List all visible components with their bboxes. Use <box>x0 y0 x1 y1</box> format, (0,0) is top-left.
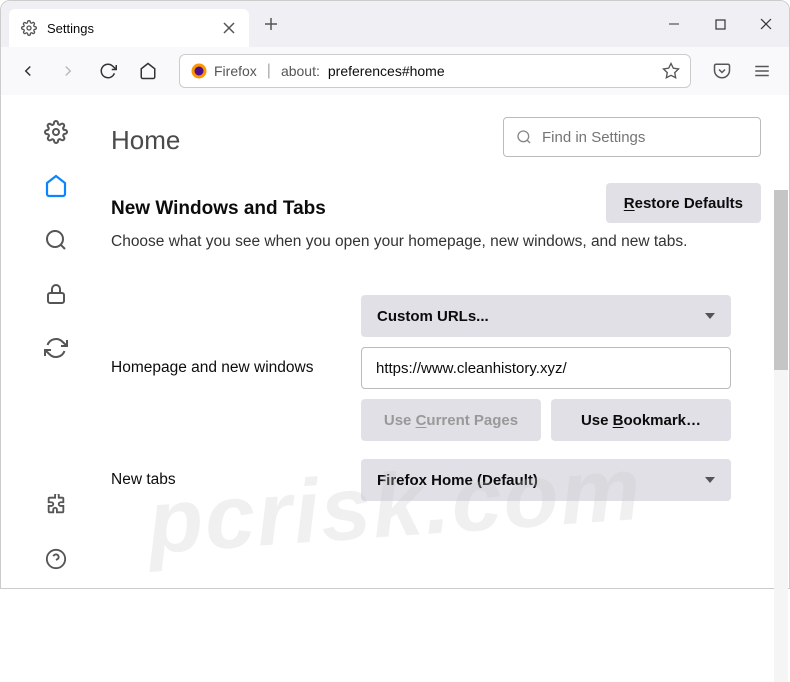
newtabs-label: New tabs <box>111 471 361 489</box>
home-button[interactable] <box>131 54 165 88</box>
use-current-pages-button[interactable]: Use Current Pages <box>361 399 541 441</box>
menu-button[interactable] <box>745 54 779 88</box>
homepage-url-input[interactable] <box>361 347 731 389</box>
toolbar: Firefox | about: preferences#home <box>1 47 789 95</box>
identity-label: Firefox <box>214 63 257 79</box>
window-controls <box>651 1 789 47</box>
homepage-mode-select[interactable]: Custom URLs... <box>361 295 731 337</box>
close-icon[interactable] <box>221 20 237 36</box>
scrollbar[interactable] <box>774 190 788 682</box>
section-description: Choose what you see when you open your h… <box>111 230 761 253</box>
new-tab-button[interactable] <box>255 8 287 40</box>
search-icon <box>516 129 532 145</box>
reload-button[interactable] <box>91 54 125 88</box>
newtabs-select[interactable]: Firefox Home (Default) <box>361 459 731 501</box>
tab-settings[interactable]: Settings <box>9 9 249 47</box>
sidebar-privacy[interactable] <box>43 281 69 307</box>
maximize-button[interactable] <box>697 1 743 47</box>
restore-defaults-button[interactable]: Restore Defaults <box>606 183 761 223</box>
settings-search[interactable] <box>503 117 761 157</box>
sidebar-search[interactable] <box>43 227 69 253</box>
star-icon[interactable] <box>662 62 680 80</box>
separator: | <box>265 62 273 80</box>
scrollbar-thumb[interactable] <box>774 190 788 370</box>
sidebar-sync[interactable] <box>43 335 69 361</box>
pocket-button[interactable] <box>705 54 739 88</box>
firefox-identity: Firefox <box>190 62 257 80</box>
url-path: preferences#home <box>328 63 445 79</box>
sidebar-home[interactable] <box>43 173 69 199</box>
titlebar: Settings <box>1 1 789 47</box>
url-protocol: about: <box>281 63 320 79</box>
close-button[interactable] <box>743 1 789 47</box>
address-bar[interactable]: Firefox | about: preferences#home <box>179 54 691 88</box>
tab-title: Settings <box>47 21 211 36</box>
firefox-icon <box>190 62 208 80</box>
gear-icon <box>21 20 37 36</box>
content-area: Home Restore Defaults New Windows and Ta… <box>111 95 789 590</box>
sidebar-extensions[interactable] <box>43 492 69 518</box>
settings-search-input[interactable] <box>542 129 748 146</box>
sidebar-help[interactable] <box>43 546 69 572</box>
back-button[interactable] <box>11 54 45 88</box>
sidebar <box>1 95 111 590</box>
sidebar-general[interactable] <box>43 119 69 145</box>
use-bookmark-button[interactable]: Use Bookmark… <box>551 399 731 441</box>
forward-button[interactable] <box>51 54 85 88</box>
preferences-page: Home Restore Defaults New Windows and Ta… <box>1 95 789 590</box>
minimize-button[interactable] <box>651 1 697 47</box>
homepage-label: Homepage and new windows <box>111 359 361 377</box>
